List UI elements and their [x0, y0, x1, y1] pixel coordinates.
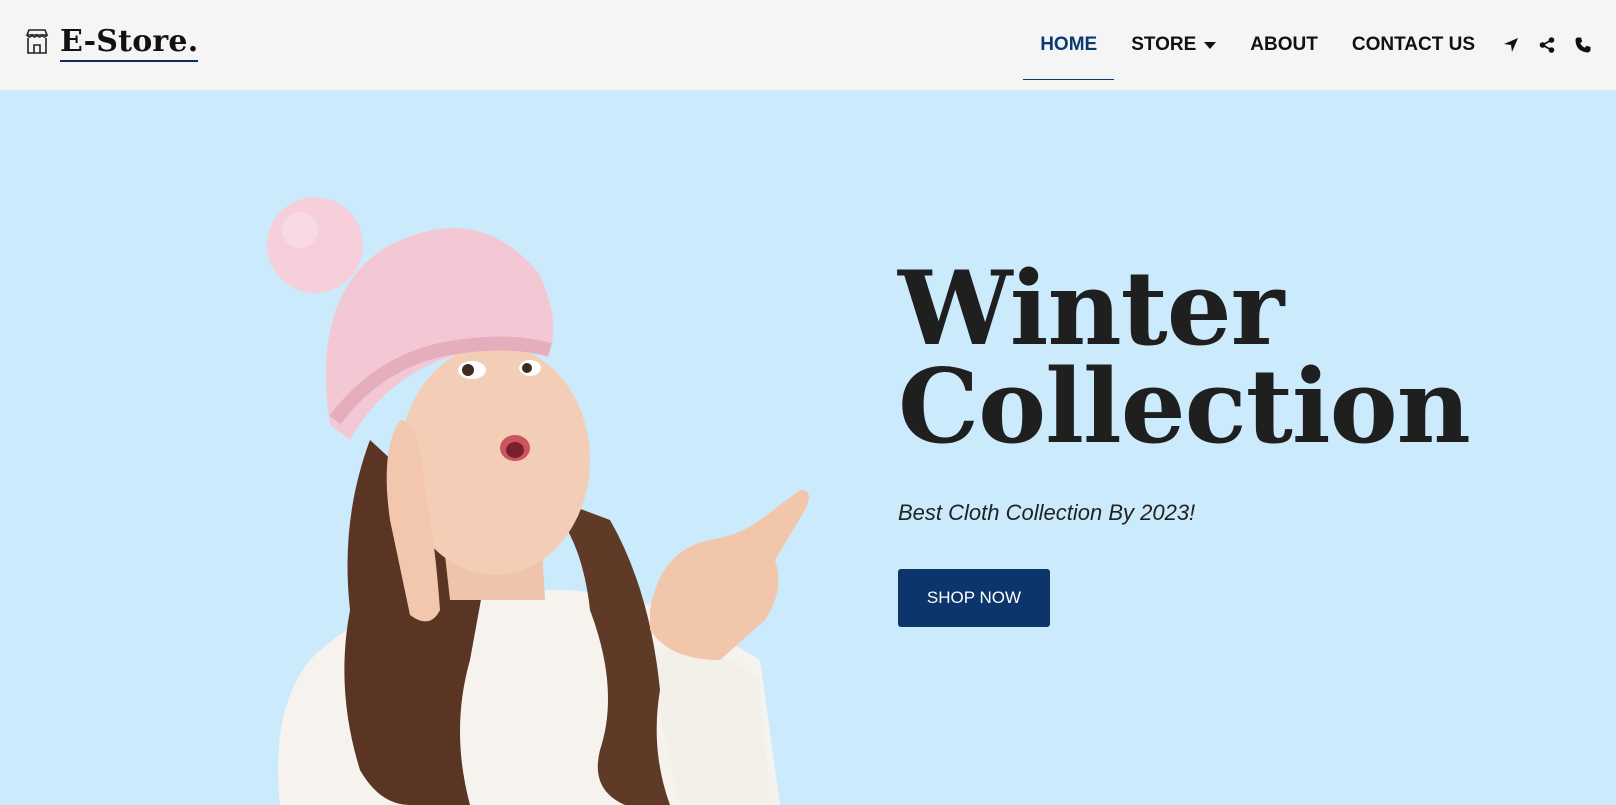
hero-title-line2: Collection [898, 347, 1471, 467]
location-arrow-icon[interactable] [1502, 36, 1520, 54]
brand-name: E-Store. [60, 26, 199, 62]
hero-subtitle: Best Cloth Collection By 2023! [898, 500, 1196, 525]
hero-banner: Winter Collection Best Cloth Collection … [0, 90, 1616, 805]
share-icon[interactable] [1538, 36, 1556, 54]
nav-about[interactable]: ABOUT [1233, 10, 1335, 80]
hero-model-image [240, 190, 840, 805]
main-menu: HOME STORE ABOUT CONTACT US [1023, 0, 1592, 90]
phone-icon[interactable] [1574, 36, 1592, 54]
hero-text-block: Winter Collection Best Cloth Collection … [898, 258, 1471, 627]
nav-contact[interactable]: CONTACT US [1335, 10, 1492, 80]
nav-contact-label: CONTACT US [1351, 34, 1475, 55]
brand-logo[interactable]: E-Store. [22, 26, 199, 62]
nav-icon-group [1502, 36, 1592, 54]
nav-store-label: STORE [1131, 34, 1197, 55]
nav-home-label: HOME [1040, 34, 1098, 55]
shop-now-button[interactable]: SHOP NOW [898, 569, 1050, 627]
hero-title: Winter Collection [898, 258, 1471, 458]
nav-about-label: ABOUT [1250, 34, 1318, 55]
caret-down-icon [1204, 41, 1217, 49]
nav-home[interactable]: HOME [1023, 10, 1115, 80]
top-navbar: E-Store. HOME STORE ABOUT CONTACT US [0, 0, 1616, 90]
storefront-icon [22, 27, 52, 62]
nav-store[interactable]: STORE [1114, 10, 1233, 80]
